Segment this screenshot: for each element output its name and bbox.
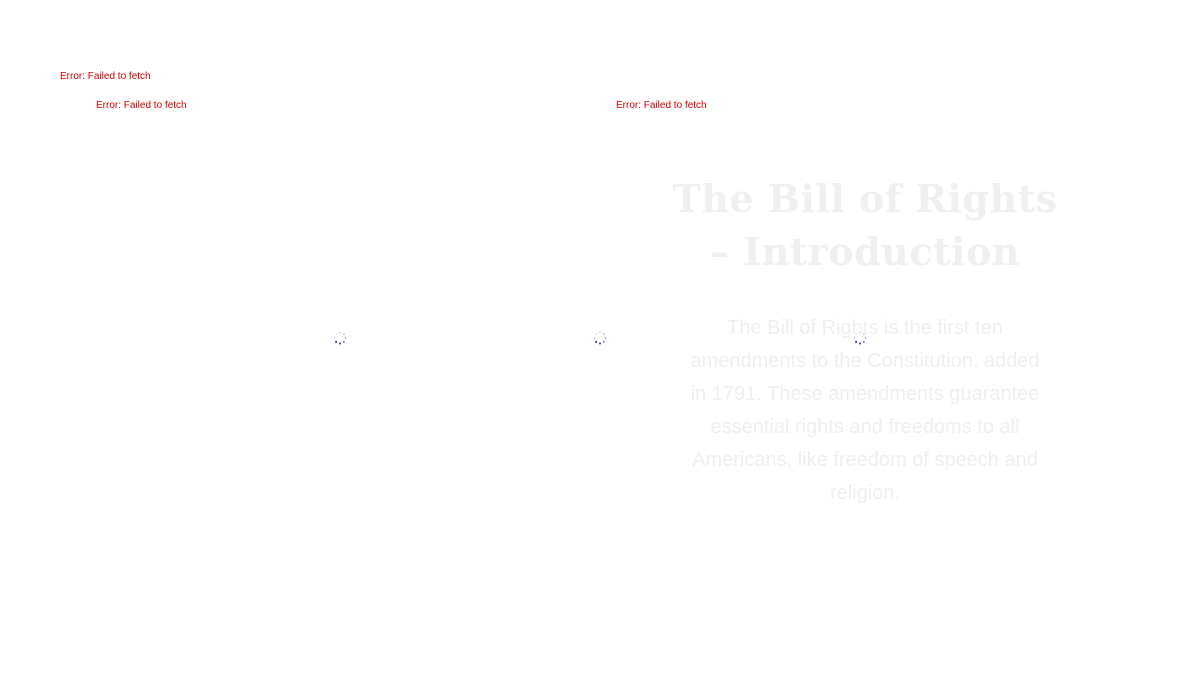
slide-body: The Bill of Rights is the first ten amen… [690,317,1040,504]
slide-content: The Bill of Rights – Introduction The Bi… [660,172,1070,510]
error-message: Error: Failed to fetch [616,100,707,111]
loading-spinner-icon [333,331,347,345]
error-message: Error: Failed to fetch [96,100,187,111]
slide-title: The Bill of Rights – Introduction [672,176,1058,274]
error-message: Error: Failed to fetch [60,71,151,82]
loading-spinner-icon [593,331,607,345]
